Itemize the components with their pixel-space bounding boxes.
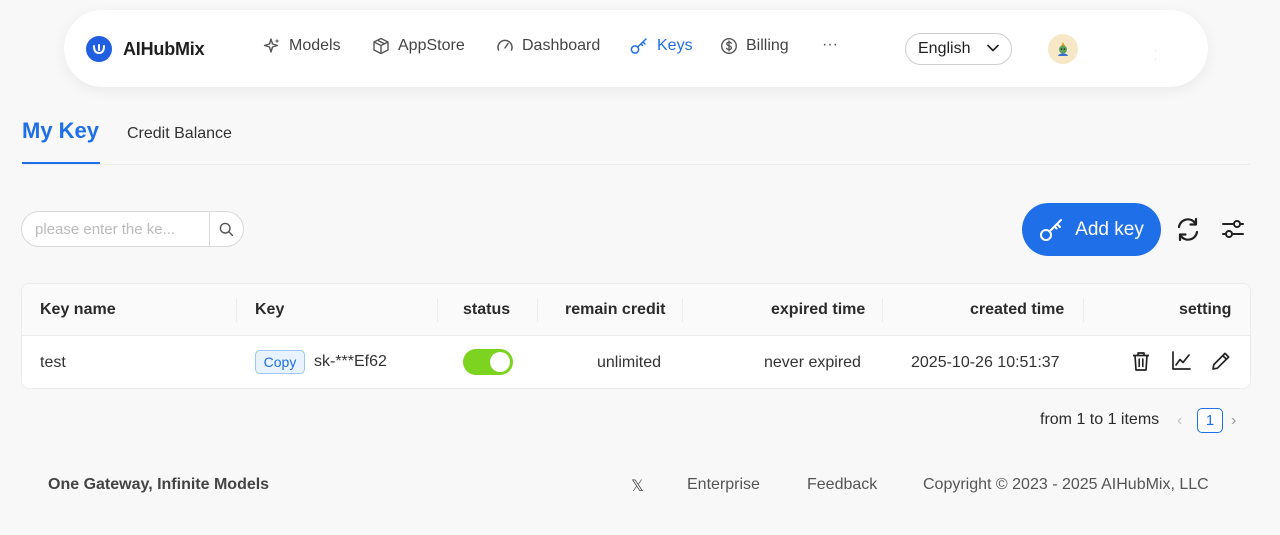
nav-item-label: Billing [746,37,789,54]
search-icon [219,222,234,236]
delete-button[interactable] [1131,351,1151,377]
column-header-remain-credit: remain credit [565,301,666,318]
avatar[interactable] [1048,34,1078,64]
language-select[interactable]: English [905,33,1012,65]
nav-decoration: · · [1154,46,1177,64]
pagination-prev-button[interactable]: ‹ [1177,412,1182,430]
pagination-next-button[interactable]: › [1231,412,1236,430]
copy-key-button[interactable]: Copy [255,350,305,374]
nav-item-keys[interactable]: Keys [630,37,693,55]
search-button[interactable] [209,212,243,246]
created-time-cell: 2025-10-26 10:51:37 [911,354,1060,371]
pencil-icon [1212,352,1230,370]
column-header-expired-time: expired time [771,301,866,318]
footer-copyright: Copyright © 2023 - 2025 AIHubMix, LLC [923,476,1209,493]
column-separator [236,298,237,322]
footer-tagline: One Gateway, Infinite Models [48,476,270,493]
remain-credit-cell: unlimited [597,354,662,371]
trash-icon [1133,352,1149,371]
nav-item-models[interactable]: Models [263,37,341,55]
edit-button[interactable] [1211,351,1231,376]
column-header-created-time: created time [970,301,1065,318]
logo-icon [86,36,112,62]
toggle-knob [490,352,510,372]
nav-item-billing[interactable]: Billing [720,37,789,55]
nav-item-dashboard[interactable]: Dashboard [496,37,600,55]
pagination-page-button[interactable]: 1 [1197,408,1223,433]
nav-item-label: Keys [657,37,693,54]
keys-table: Key name Key status remain credit expire… [21,283,1251,389]
sparkle-icon [263,38,280,53]
add-key-label: Add key [1075,218,1144,240]
pagination-summary: from 1 to 1 items [1040,411,1160,428]
masked-key-cell: sk-***Ef62 [314,353,387,370]
usage-chart-button[interactable] [1171,351,1191,376]
column-header-status: status [463,301,511,318]
tabs-divider [22,164,1250,165]
column-header-key-name: Key name [40,301,116,318]
search-input[interactable] [22,212,209,246]
language-value: English [918,40,971,57]
footer-link-feedback[interactable]: Feedback [807,476,877,494]
line-chart-icon [1172,351,1191,370]
column-separator [537,298,538,322]
brand-name: AIHubMix [123,38,205,59]
box-icon [373,37,389,55]
chevron-down-icon [987,44,999,52]
add-key-button[interactable]: Add key [1022,203,1161,256]
gauge-icon [497,39,513,51]
sliders-icon [1222,220,1244,238]
more-icon: ··· [822,36,838,53]
nav-item-appstore[interactable]: AppStore [372,37,465,55]
nav-item-label: Models [289,37,341,54]
refresh-button[interactable] [1175,217,1201,247]
status-toggle[interactable] [463,349,513,375]
column-separator [437,298,438,322]
footer-link-enterprise[interactable]: Enterprise [687,476,760,494]
column-separator [1083,298,1084,322]
refresh-icon [1177,217,1199,242]
key-name-cell: test [40,354,66,371]
search-box [21,211,244,247]
brand[interactable]: AIHubMix [86,36,205,62]
avatar-icon [1058,42,1068,56]
dollar-circle-icon [720,37,738,55]
column-header-setting: setting [1179,301,1232,318]
x-social-icon[interactable]: 𝕏 [631,476,644,495]
key-icon [630,38,647,54]
nav-item-label: AppStore [398,37,465,54]
top-navbar: AIHubMix Models AppStore Dashboard Keys [64,10,1208,87]
key-icon [1040,218,1063,241]
column-separator [882,298,883,322]
more-menu-button[interactable]: ··· [822,36,838,54]
tab-my-key[interactable]: My Key [22,118,99,144]
column-separator [682,298,683,322]
table-header: Key name Key status remain credit expire… [22,284,1250,336]
tab-credit-balance[interactable]: Credit Balance [127,125,232,143]
column-header-key: Key [255,301,285,318]
filter-settings-button[interactable] [1221,218,1245,245]
nav-item-label: Dashboard [522,37,601,54]
expired-time-cell: never expired [764,354,861,371]
